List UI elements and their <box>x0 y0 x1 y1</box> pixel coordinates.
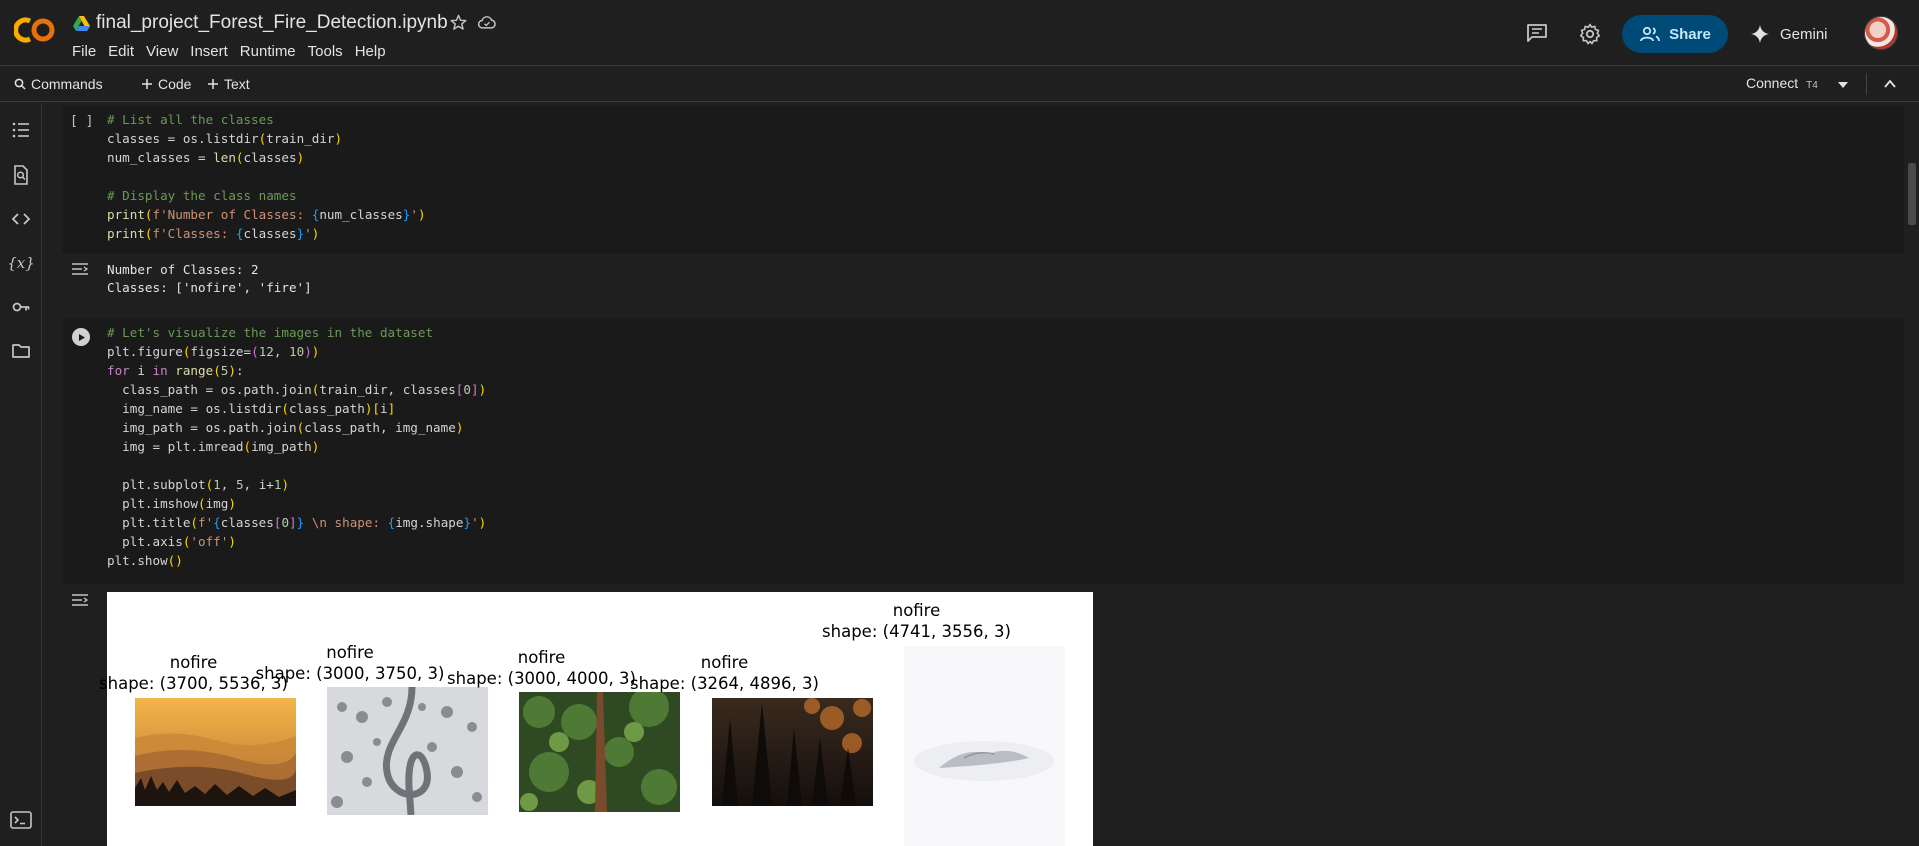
code-cell-2[interactable]: # Let's visualize the images in the data… <box>62 318 1904 584</box>
cloud-sync-icon[interactable] <box>477 14 497 32</box>
code-line: # List all the classes <box>107 112 274 127</box>
gear-icon[interactable] <box>1578 22 1602 46</box>
image-green-forest-canopy <box>519 692 680 812</box>
variables-icon[interactable]: {x} <box>7 252 35 274</box>
plus-icon <box>208 79 218 89</box>
chevron-up-icon[interactable] <box>1883 77 1897 91</box>
code-line: print(f'Classes: {classes}') <box>107 226 320 241</box>
chevron-down-icon[interactable] <box>1837 79 1849 91</box>
code-line: # Display the class names <box>107 188 297 203</box>
add-code-label: Code <box>158 76 192 92</box>
share-button[interactable]: Share <box>1622 15 1728 53</box>
menu-tools[interactable]: Tools <box>308 43 351 60</box>
star-icon[interactable] <box>449 13 468 32</box>
gemini-button[interactable]: Gemini <box>1750 19 1828 49</box>
execution-count[interactable]: [ ] <box>70 114 93 129</box>
code-cell-1[interactable]: [ ] # List all the classes classes = os.… <box>62 106 1904 253</box>
code-line: for i in range(5): <box>107 363 244 378</box>
commands-label: Commands <box>31 76 103 92</box>
connect-label: Connect <box>1746 75 1799 91</box>
subplot-title: nofire shape: (3000, 3750, 3) <box>255 643 445 683</box>
code-line: print(f'Number of Classes: {num_classes}… <box>107 207 426 222</box>
image-foggy-white-hill <box>904 646 1065 846</box>
comment-icon[interactable] <box>1526 23 1548 43</box>
notebook-title[interactable]: final_project_Forest_Fire_Detection.ipyn… <box>96 12 448 34</box>
find-replace-icon[interactable] <box>10 164 32 186</box>
add-code-button[interactable]: Code <box>141 76 191 92</box>
people-icon <box>1640 26 1661 42</box>
commands-button[interactable]: Commands <box>14 76 103 92</box>
menu-insert[interactable]: Insert <box>190 43 236 60</box>
code-line: img_name = os.listdir(class_path)[i] <box>107 401 396 416</box>
subplot-title: nofire shape: (3000, 4000, 3) <box>447 648 636 688</box>
code-line: img_path = os.path.join(class_path, img_… <box>107 420 464 435</box>
code-line: plt.title(f'{classes[0]} \n shape: {img.… <box>107 515 487 530</box>
menu-file[interactable]: File <box>72 43 104 60</box>
add-text-label: Text <box>224 76 250 92</box>
subplot-title: nofire shape: (3264, 4896, 3) <box>630 653 819 693</box>
code-line: num_classes = len(classes) <box>107 150 305 165</box>
code-line: img = plt.imread(img_path) <box>107 439 320 454</box>
image-golden-misty-mountains <box>135 698 296 806</box>
left-sidebar: {x} <box>0 103 42 846</box>
menu-bar: File Edit View Insert Runtime Tools Help <box>72 43 398 60</box>
code-snippets-icon[interactable] <box>10 208 32 230</box>
run-cell-button[interactable] <box>72 328 90 346</box>
image-snowy-forest-winding-road <box>327 687 488 815</box>
add-text-button[interactable]: Text <box>207 76 250 92</box>
share-label: Share <box>1669 25 1711 43</box>
matplotlib-figure: nofire shape: (3700, 5536, 3) nofire shape… <box>99 592 1093 846</box>
code-line: class_path = os.path.join(train_dir, cla… <box>107 382 487 397</box>
image-dark-autumn-forest <box>712 698 873 806</box>
menu-runtime[interactable]: Runtime <box>240 43 304 60</box>
user-avatar[interactable] <box>1864 16 1898 50</box>
plus-icon <box>142 79 152 89</box>
output-actions-icon[interactable] <box>70 261 90 277</box>
code-line: classes = os.listdir(train_dir) <box>107 131 343 146</box>
gemini-sparkle-icon <box>1751 25 1769 43</box>
gpu-label: T4 <box>1806 80 1818 91</box>
code-line: plt.axis('off') <box>107 534 236 549</box>
connect-button[interactable]: Connect T4 <box>1746 75 1818 91</box>
files-folder-icon[interactable] <box>10 340 32 362</box>
code-line: # Let's visualize the images in the data… <box>107 325 434 340</box>
toolbar-divider <box>1866 73 1867 95</box>
code-editor[interactable]: # Let's visualize the images in the data… <box>107 323 486 570</box>
header: final_project_Forest_Fire_Detection.ipyn… <box>0 0 1919 66</box>
colab-logo[interactable] <box>14 15 56 45</box>
menu-view[interactable]: View <box>146 43 186 60</box>
notebook-scrollbar[interactable] <box>1908 163 1916 225</box>
code-line: plt.show() <box>107 553 183 568</box>
google-drive-icon[interactable] <box>73 16 90 31</box>
stdout-text: Number of Classes: 2 Classes: ['nofire',… <box>107 262 312 295</box>
terminal-icon[interactable] <box>10 811 32 829</box>
search-icon <box>14 78 26 90</box>
notebook-toolbar: Commands Code Text Connect T4 <box>0 67 1919 102</box>
menu-help[interactable]: Help <box>355 43 394 60</box>
code-line: plt.figure(figsize=(12, 10)) <box>107 344 320 359</box>
play-icon <box>78 333 85 341</box>
code-editor[interactable]: # List all the classes classes = os.list… <box>107 110 426 243</box>
menu-edit[interactable]: Edit <box>108 43 142 60</box>
gemini-label: Gemini <box>1780 25 1828 43</box>
code-line: plt.imshow(img) <box>107 496 236 511</box>
code-line: plt.subplot(1, 5, i+1) <box>107 477 290 492</box>
cell-1-output: Number of Classes: 2 Classes: ['nofire',… <box>62 255 1904 305</box>
secrets-key-icon[interactable] <box>10 296 32 318</box>
output-actions-icon[interactable] <box>70 592 90 608</box>
subplot-title: nofire shape: (4741, 3556, 3) <box>822 601 1011 641</box>
table-of-contents-icon[interactable] <box>10 119 32 141</box>
